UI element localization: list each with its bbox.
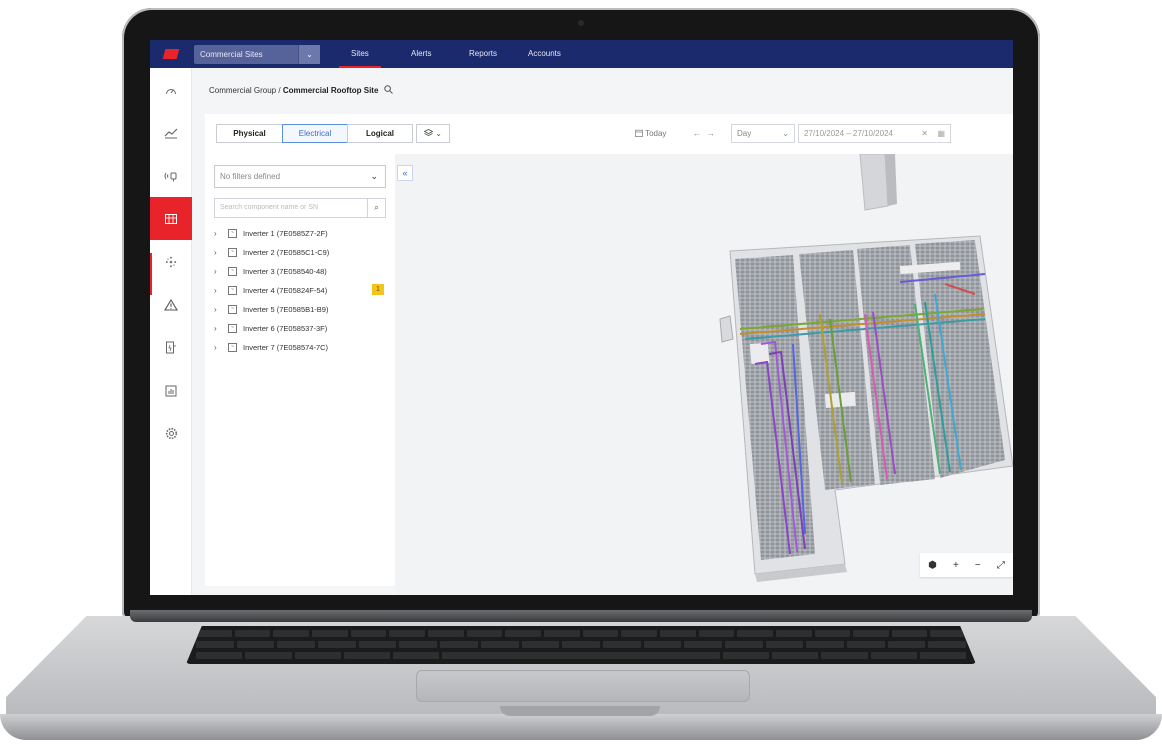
top-nav: Commercial Sites ⌄ Sites Alerts Reports … (150, 40, 1013, 68)
tree-item-label: Inverter 5 (7E0585B1-B9) (243, 304, 329, 314)
nav-tab-accounts[interactable]: Accounts (528, 40, 561, 68)
rooftop-layout[interactable] (395, 153, 1013, 595)
laptop-hinge (130, 610, 1032, 622)
period-value: Day (737, 129, 752, 138)
alert-count-badge[interactable]: 1 (372, 284, 384, 295)
recenter-icon[interactable]: ⬢ (928, 560, 937, 571)
nav-tab-reports[interactable]: Reports (469, 40, 497, 68)
date-range-value: 27/10/2024 – 27/10/2024 (804, 129, 893, 138)
tree-item-label: Inverter 2 (7E0585C1-C9) (243, 247, 330, 257)
breadcrumb-separator: / (278, 86, 281, 95)
calendar-icon[interactable]: ▦ (937, 125, 945, 142)
search-icon[interactable] (383, 85, 393, 94)
inverter-icon: ~ (228, 342, 237, 352)
chevron-down-icon: ⌄ (370, 171, 378, 181)
site-selector[interactable]: Commercial Sites ⌄ (194, 45, 320, 64)
chevron-right-icon[interactable]: › (214, 305, 228, 314)
zoom-in-button[interactable]: + (953, 560, 959, 571)
tree-item-label: Inverter 3 (7E058540-48) (243, 266, 327, 276)
performance-chart-icon[interactable] (150, 111, 192, 154)
chevron-right-icon[interactable]: › (214, 248, 228, 257)
tab-logical[interactable]: Logical (347, 124, 413, 143)
nav-tab-sites[interactable]: Sites (339, 40, 381, 68)
chevron-right-icon[interactable]: › (214, 324, 228, 333)
devices-icon[interactable] (150, 326, 192, 369)
date-stepper: ←→ (693, 129, 721, 138)
settings-icon[interactable] (150, 412, 192, 455)
inverter-icon: ~ (228, 228, 237, 238)
breadcrumb-site: Commercial Rooftop Site (282, 86, 379, 95)
period-select[interactable]: Day ⌄ (731, 124, 795, 143)
keyboard (186, 626, 976, 664)
search-icon[interactable]: ⌕ (367, 199, 385, 217)
rail-active-marker (150, 253, 152, 295)
arrow-right-icon[interactable]: → (707, 129, 721, 138)
tab-electrical[interactable]: Electrical (282, 124, 348, 143)
components-icon[interactable] (150, 240, 192, 283)
tree-item-label: Inverter 1 (7E0585Z7-2F) (243, 228, 328, 238)
alerts-icon[interactable] (150, 283, 192, 326)
tree-item-inverter-2[interactable]: › ~ Inverter 2 (7E0585C1-C9) (214, 245, 329, 259)
inverter-icon: ~ (228, 285, 237, 295)
inverter-icon: ~ (228, 266, 237, 276)
tree-item-inverter-3[interactable]: › ~ Inverter 3 (7E058540-48) (214, 264, 327, 278)
component-search-input[interactable]: Search component name or SN ⌕ (214, 198, 386, 218)
chevron-down-icon[interactable]: ⌄ (298, 45, 320, 64)
site-3d-view[interactable] (395, 153, 1013, 595)
tree-item-label: Inverter 7 (7E058574-7C) (243, 342, 329, 352)
chevron-right-icon[interactable]: › (214, 286, 228, 295)
filter-placeholder: No filters defined (220, 172, 281, 181)
collapse-panel-button[interactable]: « (397, 165, 413, 181)
dashboard-icon[interactable] (150, 69, 192, 112)
inverter-icon: ~ (228, 304, 237, 314)
breadcrumb-group[interactable]: Commercial Group (209, 86, 276, 95)
fullscreen-icon[interactable]: ⤢ (997, 560, 1005, 571)
trackpad (416, 670, 750, 702)
calendar-icon (635, 129, 643, 137)
tree-item-inverter-1[interactable]: › ~ Inverter 1 (7E0585Z7-2F) (214, 226, 328, 240)
brand-logo[interactable] (162, 49, 180, 59)
tree-item-label: Inverter 6 (7E058537-3F) (243, 323, 328, 333)
tree-item-inverter-5[interactable]: › ~ Inverter 5 (7E0585B1-B9) (214, 302, 328, 316)
chevron-down-icon: ⌄ (782, 129, 789, 138)
app-screen: Commercial Sites ⌄ Sites Alerts Reports … (150, 40, 1013, 595)
chevron-right-icon[interactable]: › (214, 229, 228, 238)
nav-tab-alerts[interactable]: Alerts (411, 40, 431, 68)
tab-physical[interactable]: Physical (216, 124, 283, 143)
date-range-input[interactable]: 27/10/2024 – 27/10/2024 ✕ ▦ (798, 124, 951, 143)
reports-icon[interactable] (150, 369, 192, 412)
chevron-down-icon: ⌄ (435, 129, 442, 138)
site-selector-value: Commercial Sites (200, 50, 263, 59)
filter-select[interactable]: No filters defined ⌄ (214, 165, 386, 188)
left-rail (150, 68, 192, 595)
inverter-icon: ~ (228, 323, 237, 333)
tree-item-inverter-4[interactable]: › ~ Inverter 4 (7E05824F-54) (214, 283, 327, 297)
layers-icon (423, 129, 434, 136)
zoom-out-button[interactable]: − (975, 560, 981, 571)
map-controls: ⬢ + − ⤢ (920, 553, 1013, 577)
chevron-right-icon[interactable]: › (214, 343, 228, 352)
view-toolbar: Physical Electrical Logical ⌄ Today ←→ D… (205, 114, 1013, 154)
arrow-left-icon[interactable]: ← (693, 129, 707, 138)
inverter-icon: ~ (228, 247, 237, 257)
today-button[interactable]: Today (635, 129, 666, 138)
roof-structure (859, 153, 897, 211)
search-placeholder: Search component name or SN (220, 204, 319, 211)
tree-item-label: Inverter 4 (7E05824F-54) (243, 285, 328, 295)
component-panel: No filters defined ⌄ Search component na… (205, 154, 395, 586)
tree-item-inverter-6[interactable]: › ~ Inverter 6 (7E058537-3F) (214, 321, 327, 335)
site-layout-icon[interactable] (150, 197, 192, 240)
clear-icon[interactable]: ✕ (921, 125, 928, 142)
today-label: Today (645, 129, 667, 138)
layers-dropdown[interactable]: ⌄ (416, 124, 450, 143)
laptop-front (0, 714, 1162, 740)
energy-icon[interactable] (150, 154, 192, 197)
breadcrumb: Commercial Group / Commercial Rooftop Si… (209, 85, 393, 95)
laptop-notch (500, 706, 660, 716)
tree-item-inverter-7[interactable]: › ~ Inverter 7 (7E058574-7C) (214, 340, 328, 354)
camera (578, 20, 584, 26)
chevron-right-icon[interactable]: › (214, 267, 228, 276)
